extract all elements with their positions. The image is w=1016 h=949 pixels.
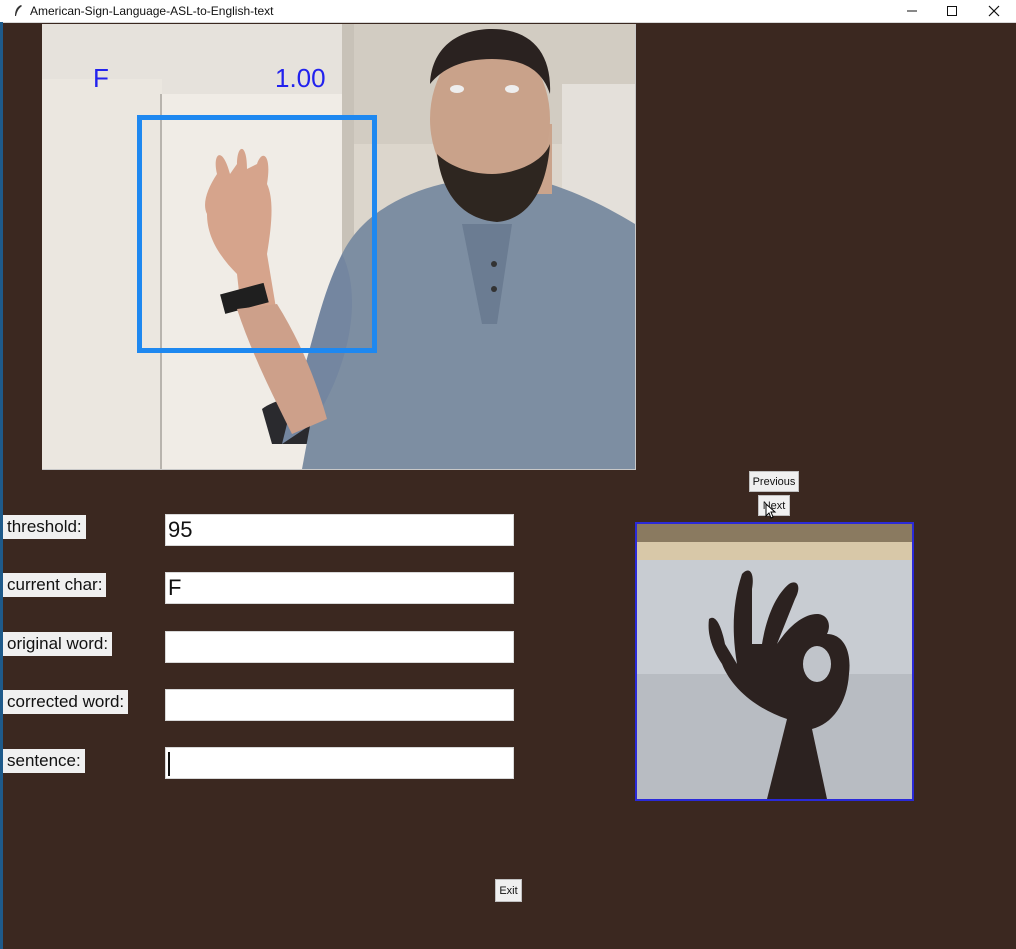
window-titlebar: American-Sign-Language-ASL-to-English-te… — [0, 0, 1016, 23]
close-button[interactable] — [974, 0, 1014, 22]
window-title: American-Sign-Language-ASL-to-English-te… — [30, 4, 274, 18]
hand-crop-image — [637, 524, 912, 799]
sentence-input[interactable] — [165, 747, 514, 779]
detection-box — [137, 115, 377, 353]
minimize-button[interactable] — [892, 0, 932, 22]
text-caret — [168, 752, 170, 776]
maximize-button[interactable] — [932, 0, 972, 22]
mouse-cursor-icon — [765, 503, 777, 519]
threshold-label: threshold: — [3, 515, 86, 539]
webcam-feed — [42, 24, 636, 470]
desktop-edge — [0, 22, 3, 949]
current-char-input[interactable]: F — [165, 572, 514, 604]
original-word-input[interactable] — [165, 631, 514, 663]
feather-icon — [15, 5, 22, 16]
sentence-label: sentence: — [3, 749, 85, 773]
hand-crop-preview — [635, 522, 914, 801]
original-word-label: original word: — [3, 632, 113, 656]
corrected-word-input[interactable] — [165, 689, 514, 721]
threshold-input[interactable]: 95 — [165, 514, 514, 546]
corrected-word-label: corrected word: — [3, 690, 129, 714]
exit-button[interactable]: Exit — [495, 879, 522, 902]
current-char-label: current char: — [3, 573, 107, 597]
maximize-icon — [947, 6, 957, 16]
previous-button[interactable]: Previous — [749, 471, 799, 492]
close-icon — [988, 5, 1000, 17]
detection-letter: F — [93, 63, 109, 93]
detection-score: 1.00 — [275, 63, 326, 93]
minimize-icon — [907, 10, 917, 12]
